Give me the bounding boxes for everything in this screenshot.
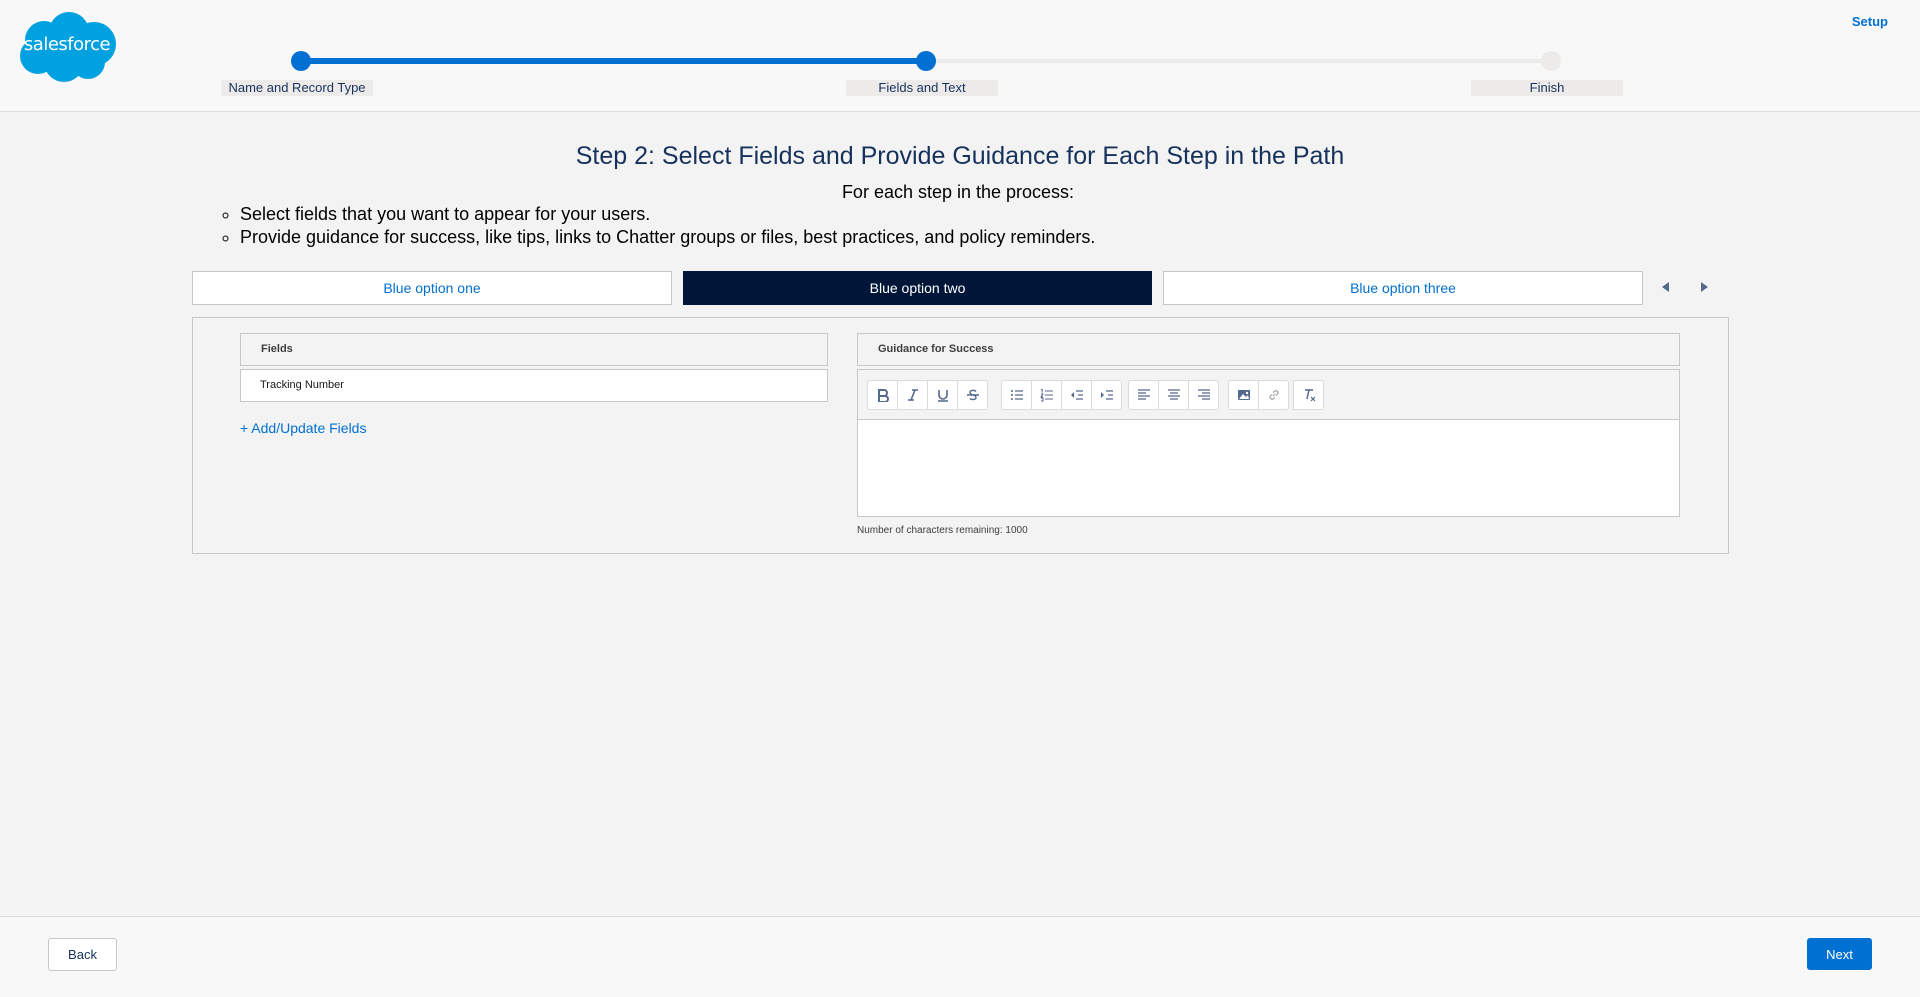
arrow-left-icon[interactable] xyxy=(1659,280,1673,294)
step-label-name-and-record-type: Name and Record Type xyxy=(221,80,373,96)
rich-text-editor xyxy=(857,369,1680,517)
step-label-fields-and-text: Fields and Text xyxy=(846,80,998,96)
progress-fill xyxy=(301,58,926,64)
indent-icon[interactable] xyxy=(1091,380,1122,410)
align-left-icon[interactable] xyxy=(1128,380,1159,410)
characters-remaining: Number of characters remaining: 1000 xyxy=(857,525,1028,536)
align-button-group xyxy=(1128,380,1219,410)
step-dot-name-and-record-type[interactable] xyxy=(291,51,311,71)
instruction-item: Select fields that you want to appear fo… xyxy=(240,203,1095,226)
guidance-text-area[interactable] xyxy=(858,420,1679,516)
outdent-icon[interactable] xyxy=(1061,380,1092,410)
setup-link[interactable]: Setup xyxy=(1852,14,1888,29)
strikethrough-icon[interactable] xyxy=(957,380,988,410)
page-title: Step 2: Select Fields and Provide Guidan… xyxy=(575,142,1345,170)
bold-icon[interactable] xyxy=(867,380,898,410)
align-right-icon[interactable] xyxy=(1188,380,1219,410)
clear-button-group xyxy=(1293,380,1324,410)
header: salesforce Setup Name and Record Type Fi… xyxy=(0,0,1920,112)
logo-text: salesforce xyxy=(23,34,111,55)
add-update-fields-link[interactable]: + Add/Update Fields xyxy=(240,420,366,436)
fields-header: Fields xyxy=(240,333,828,366)
list-button-group xyxy=(1001,380,1122,410)
instruction-item: Provide guidance for success, like tips,… xyxy=(240,226,1095,249)
bullet-list-icon[interactable] xyxy=(1001,380,1032,410)
option-button-one[interactable]: Blue option one xyxy=(192,271,672,305)
instructions-list: Select fields that you want to appear fo… xyxy=(240,203,1095,249)
footer: Back Next xyxy=(0,916,1920,997)
step-dot-fields-and-text[interactable] xyxy=(916,51,936,71)
option-button-two[interactable]: Blue option two xyxy=(683,271,1152,305)
link-icon[interactable] xyxy=(1258,380,1289,410)
insert-button-group xyxy=(1228,380,1289,410)
page-subtitle: For each step in the process: xyxy=(841,182,1075,202)
italic-icon[interactable] xyxy=(897,380,928,410)
editor-toolbar xyxy=(858,370,1679,420)
underline-icon[interactable] xyxy=(927,380,958,410)
field-row-tracking-number[interactable]: Tracking Number xyxy=(240,369,828,402)
step-label-finish: Finish xyxy=(1471,80,1623,96)
align-center-icon[interactable] xyxy=(1158,380,1189,410)
next-button[interactable]: Next xyxy=(1807,938,1872,970)
back-button[interactable]: Back xyxy=(48,938,117,971)
step-dot-finish[interactable] xyxy=(1541,51,1561,71)
salesforce-logo: salesforce xyxy=(14,10,120,84)
image-icon[interactable] xyxy=(1228,380,1259,410)
option-button-three[interactable]: Blue option three xyxy=(1163,271,1643,305)
format-button-group xyxy=(867,380,988,410)
guidance-header: Guidance for Success xyxy=(857,333,1680,366)
numbered-list-icon[interactable] xyxy=(1031,380,1062,410)
clear-format-icon[interactable] xyxy=(1293,380,1324,410)
arrow-right-icon[interactable] xyxy=(1697,280,1711,294)
